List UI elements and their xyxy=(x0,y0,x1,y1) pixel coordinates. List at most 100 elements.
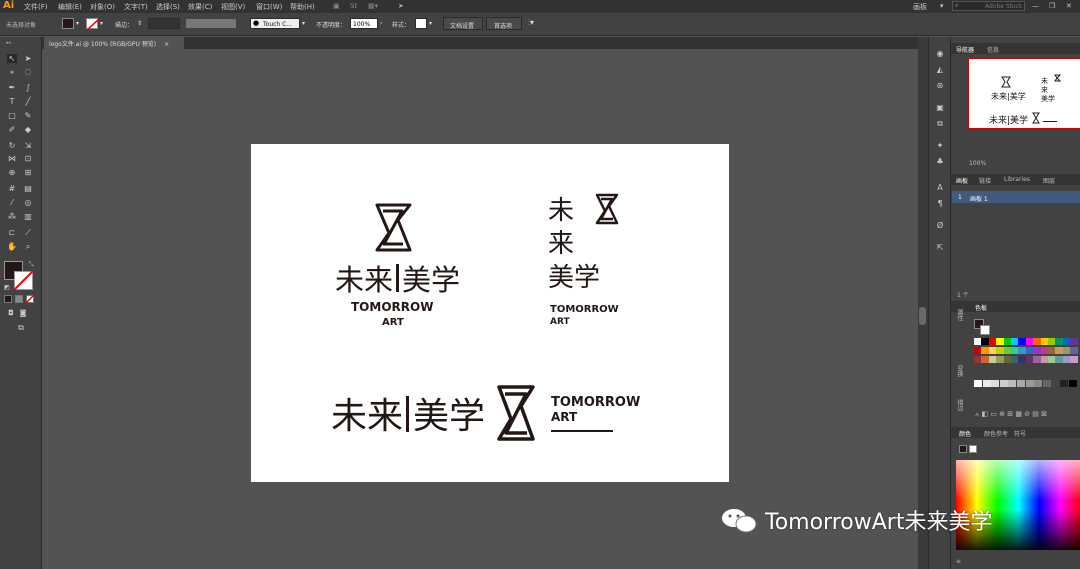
swatch-gray[interactable] xyxy=(1017,380,1025,387)
swatch-gray[interactable] xyxy=(1008,380,1017,387)
type-tool-icon[interactable]: T xyxy=(7,97,17,106)
color-guide-icon[interactable]: ◭ xyxy=(935,65,945,74)
blend-tool-icon[interactable]: ◎ xyxy=(23,198,33,207)
selection-tool-icon[interactable]: ↖ xyxy=(7,54,17,63)
color-stroke-chip[interactable] xyxy=(969,445,977,453)
swap-colors-icon[interactable]: ⤡ xyxy=(26,260,36,269)
bridge-icon[interactable]: ▣ xyxy=(333,2,340,10)
stroke-side-tab[interactable]: 描边 xyxy=(955,399,964,411)
screen-mode-icon[interactable]: ⧉ xyxy=(14,323,28,332)
swatch-gray[interactable] xyxy=(1025,380,1034,387)
style-chevron-icon[interactable]: ▾ xyxy=(429,20,432,27)
eyedropper-tool-icon[interactable]: ⁄ xyxy=(7,198,17,207)
opacity-chevron-icon[interactable]: › xyxy=(380,20,382,27)
default-colors-icon[interactable]: ◩ xyxy=(2,283,12,292)
free-transform-tool-icon[interactable]: ⊡ xyxy=(23,154,33,163)
swatch-library-icon[interactable]: ⩑ ◧ ▭ ⊕ ⊞ ▦ ⊘ ▤ ⊠ xyxy=(975,410,1047,419)
shape-builder-tool-icon[interactable]: ⊕ xyxy=(7,168,17,177)
swatch-gray[interactable] xyxy=(974,380,982,387)
menu-edit[interactable]: 编辑(E) xyxy=(58,2,82,12)
draw-mode-icon[interactable]: ◘ xyxy=(6,309,16,318)
brush-chevron-icon[interactable]: ▾ xyxy=(302,20,305,27)
paragraph-icon[interactable]: ¶ xyxy=(935,199,945,208)
stock-icon[interactable]: St xyxy=(350,2,357,10)
opentype-icon[interactable]: Ø xyxy=(935,221,945,230)
tab-color[interactable]: 颜色 xyxy=(959,429,971,438)
gradient-tool-icon[interactable]: ▤ xyxy=(23,184,33,193)
artboard[interactable]: 未来 美学 TOMORROW ART 未 来 美学 TOMORROW ART 未… xyxy=(251,144,729,482)
tab-navigator[interactable]: 导航器 xyxy=(956,45,974,54)
gpu-icon[interactable]: ➤ xyxy=(398,2,404,10)
slice-tool-icon[interactable]: ⟋ xyxy=(23,228,33,237)
none-mode-icon[interactable] xyxy=(26,295,34,303)
swatch[interactable] xyxy=(1070,347,1079,354)
document-tab[interactable]: logo文件.ai @ 100% (RGB/GPU 预览) × xyxy=(44,37,184,49)
opacity-input[interactable]: 100% xyxy=(350,18,378,29)
swatch-gray[interactable] xyxy=(999,380,1008,387)
workspace-switcher[interactable]: 画板 xyxy=(913,2,927,12)
graphic-styles-icon[interactable]: ▣ xyxy=(935,103,945,112)
tab-symbols[interactable]: 符号 xyxy=(1014,429,1026,438)
perspective-grid-tool-icon[interactable]: ⊞ xyxy=(23,168,33,177)
arrange-icon[interactable]: ▦▾ xyxy=(368,2,378,10)
rotate-tool-icon[interactable]: ↻ xyxy=(7,141,17,150)
fill-swatch[interactable] xyxy=(62,18,74,29)
menu-window[interactable]: 窗口(W) xyxy=(256,2,282,12)
color-fill-chip[interactable] xyxy=(959,445,967,453)
swatch-gray[interactable] xyxy=(1060,380,1068,387)
brushes-icon[interactable]: ✦ xyxy=(935,141,945,150)
paintbrush-tool-icon[interactable]: ✎ xyxy=(23,111,33,120)
layers-icon[interactable]: ⧉ xyxy=(935,119,945,128)
symbol-sprayer-tool-icon[interactable]: ⁂ xyxy=(7,212,17,221)
magic-wand-tool-icon[interactable]: ⁎ xyxy=(7,67,17,76)
stroke-chevron-icon[interactable]: ▾ xyxy=(100,20,103,27)
graph-tool-icon[interactable]: ▥ xyxy=(23,212,33,221)
workspace-chevron-icon[interactable]: ▾ xyxy=(940,2,944,10)
color-panel-icon[interactable]: ◉ xyxy=(935,49,945,58)
restore-icon[interactable]: ❐ xyxy=(1049,2,1055,10)
rectangle-tool-icon[interactable]: □ xyxy=(7,111,17,120)
document-setup-button[interactable]: 文档设置 xyxy=(443,17,483,30)
vertical-scrollbar[interactable] xyxy=(918,37,928,569)
artboard-row[interactable]: 1 画板 1 xyxy=(952,191,1080,203)
swatch[interactable] xyxy=(1070,356,1079,363)
tab-info[interactable]: 信息 xyxy=(987,45,999,54)
menu-type[interactable]: 文字(T) xyxy=(124,2,148,12)
tab-layers[interactable]: 图层 xyxy=(1043,176,1055,185)
stroke-color-box[interactable] xyxy=(14,271,33,290)
menu-select[interactable]: 选择(S) xyxy=(156,2,180,12)
stroke-weight-field[interactable] xyxy=(148,18,180,29)
transform-side-tab[interactable]: 变换 xyxy=(955,365,964,377)
eraser-tool-icon[interactable]: ◆ xyxy=(23,125,33,134)
swatch-gray[interactable] xyxy=(1051,380,1060,387)
swatch-gray-row[interactable] xyxy=(974,380,1078,390)
zoom-tool-icon[interactable]: ⌕ xyxy=(23,242,33,251)
style-swatch[interactable] xyxy=(415,18,427,29)
swatch-gray[interactable] xyxy=(1034,380,1043,387)
color-mode-icon[interactable] xyxy=(4,295,12,303)
minimize-icon[interactable]: — xyxy=(1032,2,1039,10)
artboard-tool-icon[interactable]: ⊏ xyxy=(7,228,17,237)
brush-definition[interactable]: ● Touch C... xyxy=(250,18,300,29)
tab-libraries[interactable]: Libraries xyxy=(1004,176,1030,183)
scrollbar-thumb[interactable] xyxy=(919,307,926,325)
stroke-stepper[interactable]: ⇕ xyxy=(137,20,142,27)
curvature-tool-icon[interactable]: ∫ xyxy=(23,83,33,92)
appearance-icon[interactable]: ⊛ xyxy=(935,81,945,90)
scale-tool-icon[interactable]: ⇲ xyxy=(23,141,33,150)
swatch[interactable] xyxy=(1070,338,1079,345)
menu-help[interactable]: 帮助(H) xyxy=(290,2,315,12)
color-panel-menu-icon[interactable]: ≡ xyxy=(956,558,961,565)
menu-view[interactable]: 视图(V) xyxy=(221,2,245,12)
gradient-mode-icon[interactable] xyxy=(15,295,23,303)
direct-selection-tool-icon[interactable]: ➤ xyxy=(23,54,33,63)
mesh-tool-icon[interactable]: # xyxy=(7,184,17,193)
swatch-gray[interactable] xyxy=(982,380,991,387)
tab-links[interactable]: 链接 xyxy=(979,176,991,185)
properties-side-tab[interactable]: 属性 xyxy=(955,309,964,321)
tab-swatches[interactable]: 色板 xyxy=(975,303,987,312)
navigator-preview[interactable]: 未来|美学 未 来 美学 未来|美学 xyxy=(968,58,1080,129)
variable-width-profile[interactable] xyxy=(186,19,236,28)
lasso-tool-icon[interactable]: ◌ xyxy=(23,67,33,76)
menu-file[interactable]: 文件(F) xyxy=(24,2,48,12)
